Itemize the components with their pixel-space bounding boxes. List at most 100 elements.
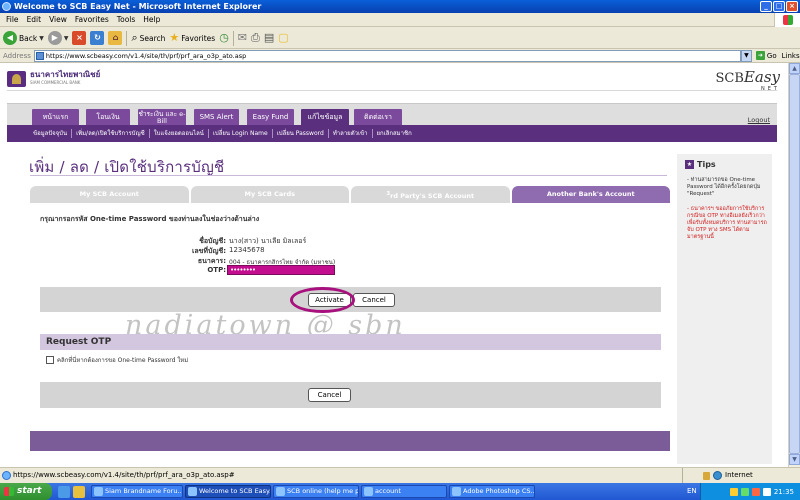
taskbar-item-account[interactable]: account [361,485,447,498]
tab-my-scb-cards[interactable]: My SCB Cards [190,186,349,203]
logout-link[interactable]: Logout [748,116,770,124]
subnav-item-manage-accounts[interactable]: เพิ่ม/ลด/เปิดใช้บริการบัญชี [72,129,150,138]
highlight-annotation [290,287,355,313]
print-icon[interactable]: ⎙ [251,31,260,45]
otp-row: OTP: [150,266,226,275]
window-controls: _ □ × [760,1,798,12]
star-icon: ★ [169,31,180,44]
back-arrow-icon: ◀ [3,31,17,45]
tray-icon[interactable] [740,487,749,496]
scroll-down-icon[interactable]: ▼ [789,454,800,465]
lock-icon[interactable] [703,471,710,480]
folder-quicklaunch-icon[interactable] [73,485,85,498]
address-url: https://www.scbeasy.com/v1.4/site/th/prf… [45,51,247,60]
subnav-item-cancel-membership[interactable]: ยกเลิกสมาชิก [373,129,416,138]
subnav-item-destroy-token[interactable]: ทำลายตัวเข้า [329,129,373,138]
tab-easy-fund[interactable]: Easy Fund [247,109,294,126]
stop-icon[interactable]: × [72,31,87,45]
cancel-button[interactable]: Cancel [353,293,395,307]
tray-icon[interactable] [762,487,771,496]
tip-otp-sms: - ธนาคารฯ ขออภัยการใช้บริการ กรณีขอ OTP … [687,206,767,240]
star-icon: ★ [685,160,694,169]
menu-favorites[interactable]: Favorites [71,13,113,26]
menu-view[interactable]: View [45,13,71,26]
home-icon[interactable]: ⌂ [108,31,123,45]
content-panel [30,203,670,446]
quick-launch [52,485,91,498]
sub-nav: ข้อมูลปัจจุบัน เพิ่ม/ลด/เปิดใช้บริการบัญ… [7,125,777,142]
request-otp-heading: Request OTP [40,334,661,350]
refresh-icon[interactable]: ↻ [90,31,105,45]
tray-icon[interactable] [751,487,760,496]
clock[interactable]: 21:35 [774,488,794,496]
chevron-down-icon: ▼ [39,34,44,42]
menu-tools[interactable]: Tools [113,13,139,26]
request-otp-checkbox-label: คลิกที่นี่หากต้องการขอ One-time Password… [57,357,189,364]
go-button[interactable]: ➜ Go [752,51,777,60]
subnav-item-current-info[interactable]: ข้อมูลปัจจุบัน [29,129,73,138]
start-button[interactable]: start [0,483,52,500]
mail-icon[interactable]: ✉ [238,31,247,45]
taskbar-item-scb-online[interactable]: SCB online (help me p... [273,485,359,498]
taskbar-item-photoshop[interactable]: Adobe Photoshop CS... [449,485,535,498]
tab-third-party-label: rd Party's SCB Account [390,192,475,201]
otp-label: OTP: [207,266,226,274]
system-tray: EN 21:35 [687,483,800,500]
tray-icon[interactable] [729,487,738,496]
bank-name: ธนาคารไทยพาณิชย์ SIAM COMMERCIAL BANK [30,71,100,87]
close-icon[interactable]: × [786,1,798,12]
tab-sms-alert[interactable]: SMS Alert [194,109,239,126]
go-label: Go [766,51,777,60]
subnav-item-change-login-name[interactable]: เปลี่ยน Login Name [209,129,273,138]
tab-payment[interactable]: ชำระเงิน และ e-Bill [138,109,186,126]
scb-logo[interactable]: ธนาคารไทยพาณิชย์ SIAM COMMERCIAL BANK [7,71,100,87]
tab-edit-info[interactable]: แก้ไขข้อมูล [301,109,349,126]
forward-arrow-icon: ▶ [47,31,62,45]
history-icon[interactable]: ◷ [219,31,229,45]
tips-panel: ★ Tips - ท่านสามารถขอ One-time Password … [677,154,772,464]
browser-toolbar: ◀ Back ▼ ▶ ▼ × ↻ ⌂ ⌕ Search ★ Favorites … [0,28,800,49]
back-button[interactable]: ◀ Back ▼ [3,31,44,45]
status-url-area: https://www.scbeasy.com/v1.4/site/th/prf… [0,468,683,483]
scroll-up-icon[interactable]: ▲ [789,63,800,74]
tab-third-party-scb-account[interactable]: 3rd Party's SCB Account [351,186,510,203]
maximize-icon[interactable]: □ [773,1,785,12]
scroll-thumb[interactable] [789,74,800,454]
menu-edit[interactable]: Edit [23,13,46,26]
edit-icon[interactable]: ▤ [264,31,274,45]
security-zone: Internet [683,468,753,483]
favorites-button[interactable]: ★ Favorites [169,31,215,45]
otp-input[interactable]: •••••••• [227,265,335,275]
address-input[interactable]: https://www.scbeasy.com/v1.4/site/th/prf… [33,49,741,62]
notes-icon[interactable]: ▢ [278,31,288,45]
ie-quicklaunch-icon[interactable] [58,485,70,498]
tab-my-scb-account[interactable]: My SCB Account [30,186,189,203]
menu-file[interactable]: File [2,13,23,26]
tab-home[interactable]: หน้าแรก [32,109,79,126]
tab-contact-us[interactable]: ติดต่อเรา [354,109,402,126]
forward-button[interactable]: ▶ ▼ [47,31,68,45]
taskbar: start Siam Brandname Foru... Welcome to … [0,483,800,500]
toolbar-separator [232,30,234,46]
search-button[interactable]: ⌕ Search [131,31,165,45]
taskbar-item-siam-brandname[interactable]: Siam Brandname Foru... [91,485,183,498]
address-dropdown-button[interactable]: ▼ [740,49,752,62]
tab-transfer[interactable]: โอนเงิน [86,109,130,126]
search-label: Search [139,33,166,43]
tab-another-bank-account[interactable]: Another Bank's Account [511,186,670,203]
page-viewport: ธนาคารไทยพาณิชย์ SIAM COMMERCIAL BANK SC… [0,63,788,467]
request-otp-option: คลิกที่นี่หากต้องการขอ One-time Password… [46,355,188,365]
bank-name-thai: ธนาคารไทยพาณิชย์ [30,70,101,79]
request-otp-checkbox[interactable] [46,356,54,364]
minimize-icon[interactable]: _ [760,1,772,12]
taskbar-item-scb-easy[interactable]: Welcome to SCB Easy... [185,485,271,498]
vertical-scrollbar[interactable]: ▲ ▼ [788,63,800,467]
easy-logo-easy: Easy [743,68,780,86]
cancel-request-button[interactable]: Cancel [308,388,351,402]
menu-help[interactable]: Help [139,13,164,26]
scb-emblem-icon [7,71,26,87]
language-indicator[interactable]: EN [687,487,697,495]
links-button[interactable]: Links [777,52,800,60]
subnav-item-change-password[interactable]: เปลี่ยน Password [273,129,329,138]
subnav-item-online-statement[interactable]: ใบแจ้งยอดออนไลน์ [150,129,209,138]
